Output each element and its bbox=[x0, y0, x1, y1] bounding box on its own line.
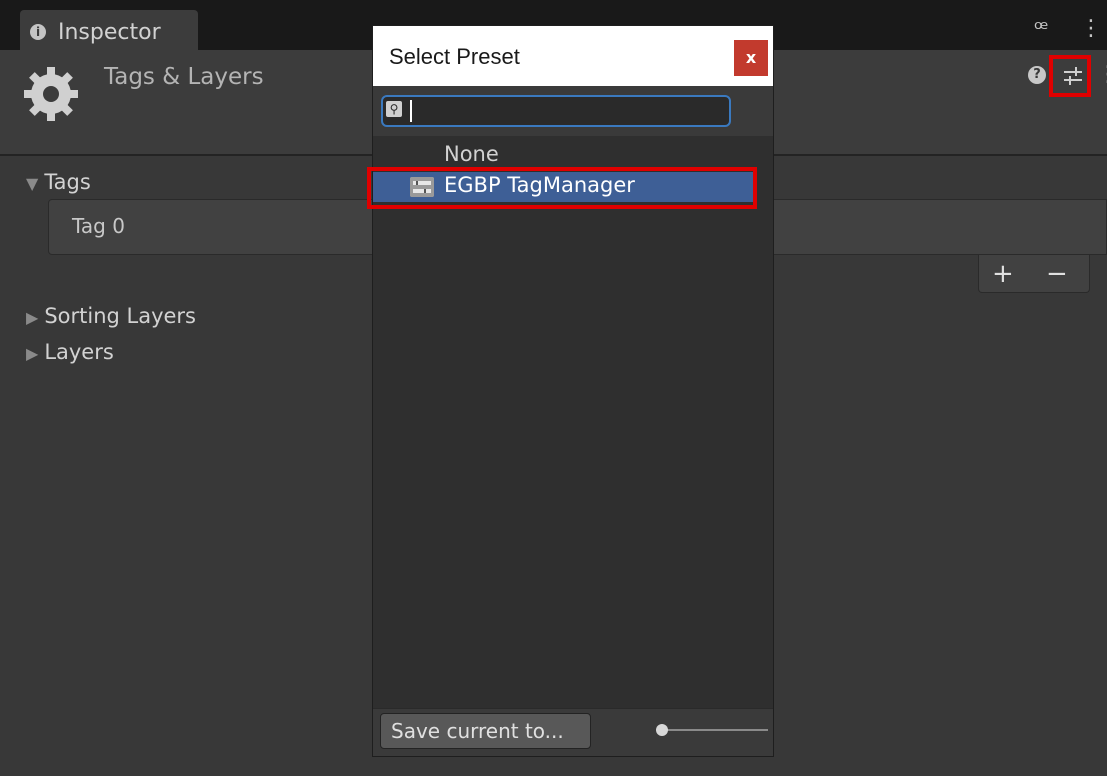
sorting-layers-label: Sorting Layers bbox=[44, 304, 196, 328]
foldout-collapsed-icon: ▶ bbox=[26, 344, 39, 363]
help-icon[interactable]: ? bbox=[1028, 66, 1046, 84]
foldout-collapsed-icon: ▶ bbox=[26, 308, 39, 327]
list-item[interactable]: Tag 0 bbox=[72, 214, 125, 238]
more-vertical-icon[interactable]: ⋮ bbox=[1080, 16, 1102, 41]
tab-label: Inspector bbox=[58, 20, 161, 45]
close-button[interactable]: x bbox=[734, 40, 768, 76]
slider-thumb[interactable] bbox=[656, 724, 668, 736]
layers-label: Layers bbox=[44, 340, 114, 364]
foldout-expanded-icon: ▼ bbox=[26, 174, 39, 193]
search-input[interactable] bbox=[381, 95, 731, 127]
size-slider[interactable] bbox=[656, 722, 768, 738]
tags-label: Tags bbox=[44, 170, 91, 194]
tags-foldout[interactable]: ▼ Tags bbox=[26, 170, 91, 194]
component-title: Tags & Layers bbox=[104, 64, 264, 90]
remove-button[interactable]: − bbox=[1046, 259, 1068, 289]
layers-foldout[interactable]: ▶ Layers bbox=[26, 340, 114, 364]
search-icon: ⚲ bbox=[386, 101, 402, 117]
sorting-layers-foldout[interactable]: ▶ Sorting Layers bbox=[26, 304, 196, 328]
preset-button-highlight bbox=[1049, 55, 1091, 97]
save-current-button[interactable]: Save current to... bbox=[380, 713, 591, 749]
more-vertical-icon[interactable]: ⋮ bbox=[1097, 62, 1107, 87]
dialog-title: Select Preset bbox=[389, 44, 520, 69]
info-icon: i bbox=[30, 24, 46, 40]
add-button[interactable]: + bbox=[992, 259, 1014, 289]
text-caret bbox=[410, 100, 412, 122]
selected-item-highlight bbox=[367, 167, 757, 209]
preset-item-none[interactable]: None bbox=[444, 142, 499, 166]
gear-icon bbox=[24, 67, 78, 121]
lock-icon[interactable]: ꟹ bbox=[1034, 17, 1048, 42]
